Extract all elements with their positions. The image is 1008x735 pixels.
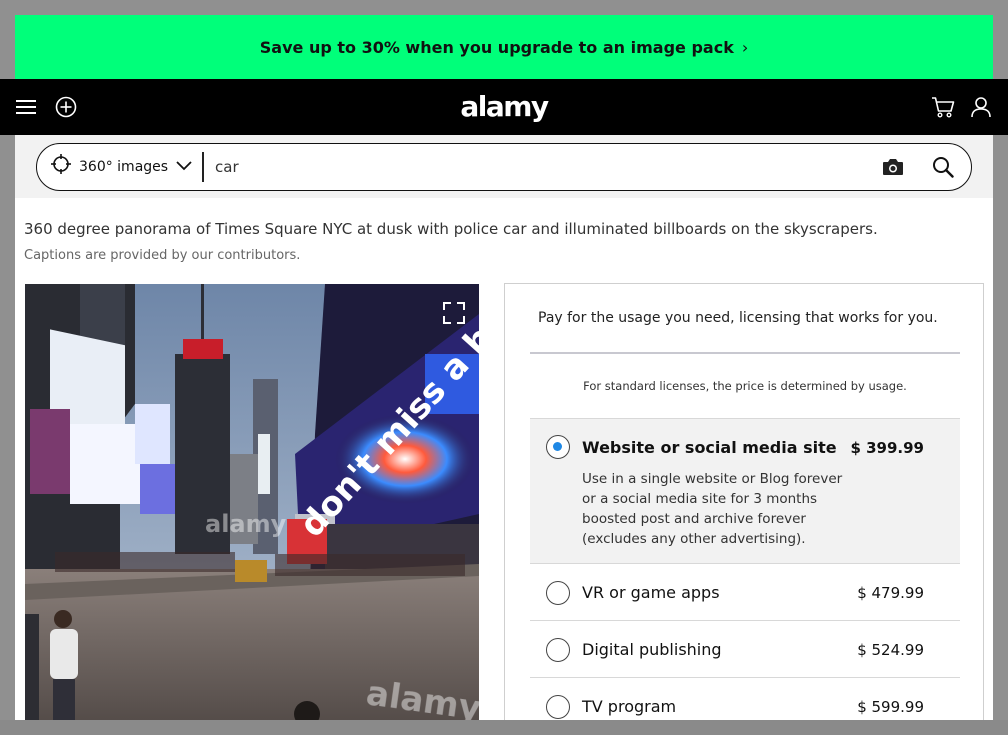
radio-unselected[interactable]: [546, 638, 570, 662]
option-price: $ 524.99: [857, 641, 924, 659]
expand-icon[interactable]: [443, 302, 465, 324]
search-type-dropdown[interactable]: 360° images: [51, 144, 192, 189]
license-option-website[interactable]: Website or social media site $ 399.99 Us…: [530, 418, 960, 564]
search-area: 360° images: [15, 135, 993, 198]
camera-icon[interactable]: [879, 153, 907, 181]
image-caption: 360 degree panorama of Times Square NYC …: [24, 220, 878, 238]
license-option-vr-game[interactable]: VR or game apps $ 479.99: [530, 563, 960, 621]
pricing-divider: [530, 352, 960, 354]
cart-icon[interactable]: [928, 93, 958, 121]
option-label: TV program: [582, 697, 677, 716]
search-icon[interactable]: [929, 153, 957, 181]
promo-banner[interactable]: Save up to 30% when you upgrade to an im…: [15, 15, 993, 79]
crosshair-icon: [51, 154, 71, 179]
watermark-center: alamy: [205, 510, 287, 538]
pricing-intro: Pay for the usage you need, licensing th…: [538, 310, 938, 326]
pricing-note: For standard licenses, the price is dete…: [583, 379, 907, 393]
radio-dot: [553, 442, 562, 451]
option-label: Digital publishing: [582, 640, 722, 659]
user-icon[interactable]: [966, 93, 996, 121]
search-bar: 360° images: [36, 143, 972, 191]
panorama-photo[interactable]: don't miss a beat alamy alamy: [25, 284, 479, 734]
search-divider: [202, 152, 204, 182]
option-price: $ 479.99: [857, 584, 924, 602]
option-price: $ 599.99: [857, 698, 924, 716]
search-type-label: 360° images: [79, 158, 169, 175]
radio-unselected[interactable]: [546, 581, 570, 605]
radio-selected[interactable]: [546, 435, 570, 459]
pricing-panel: Pay for the usage you need, licensing th…: [504, 283, 984, 735]
chevron-down-icon: [176, 158, 192, 176]
license-option-digital-publishing[interactable]: Digital publishing $ 524.99: [530, 620, 960, 678]
site-header: alamy: [0, 79, 1008, 135]
content-panel: 360 degree panorama of Times Square NYC …: [15, 198, 993, 735]
promo-text: Save up to 30% when you upgrade to an im…: [259, 37, 734, 57]
search-input[interactable]: [215, 150, 855, 184]
option-price: $ 399.99: [850, 439, 924, 457]
alamy-logo[interactable]: alamy: [0, 89, 1008, 125]
caption-note: Captions are provided by our contributor…: [24, 248, 301, 263]
radio-unselected[interactable]: [546, 695, 570, 719]
option-label: Website or social media site: [582, 438, 837, 457]
option-description: Use in a single website or Blog forever …: [582, 471, 843, 547]
option-label: VR or game apps: [582, 583, 720, 602]
chevron-right-icon: ›: [741, 37, 749, 57]
page-frame: Save up to 30% when you upgrade to an im…: [0, 0, 1008, 735]
page-shade: [0, 720, 1008, 735]
